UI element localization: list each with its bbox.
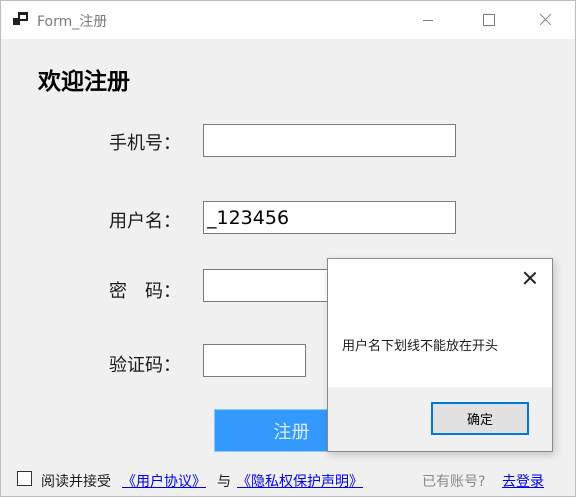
dialog-body: 用户名下划线不能放在开头 xyxy=(328,259,552,387)
login-link[interactable]: 去登录 xyxy=(502,471,544,491)
close-icon[interactable] xyxy=(523,1,569,39)
user-agreement-link[interactable]: 《用户协议》 xyxy=(122,471,206,491)
maximize-icon[interactable] xyxy=(465,1,511,39)
agree-checkbox[interactable] xyxy=(17,471,32,486)
phone-label: 手机号： xyxy=(109,133,181,154)
privacy-policy-link[interactable]: 《隐私权保护声明》 xyxy=(237,471,363,491)
username-input[interactable] xyxy=(203,201,456,234)
windows-app-icon xyxy=(13,12,29,26)
agree-text: 阅读并接受 xyxy=(41,474,111,490)
and-text: 与 xyxy=(217,474,231,490)
password-label: 密 码： xyxy=(109,281,181,302)
captcha-label: 验证码： xyxy=(109,355,181,376)
title-bar[interactable]: Form_注册 xyxy=(1,1,575,39)
username-label: 用户名： xyxy=(109,211,181,232)
message-dialog: 用户名下划线不能放在开头 确定 xyxy=(327,258,553,452)
dialog-message: 用户名下划线不能放在开头 xyxy=(342,339,499,354)
dialog-close-icon[interactable] xyxy=(518,267,542,291)
dialog-ok-button[interactable]: 确定 xyxy=(431,402,529,435)
page-title: 欢迎注册 xyxy=(38,69,130,95)
window-title: Form_注册 xyxy=(37,14,108,30)
has-account-text: 已有账号? xyxy=(422,474,486,490)
minimize-icon[interactable] xyxy=(405,1,451,39)
captcha-input[interactable] xyxy=(203,344,306,377)
phone-input[interactable] xyxy=(203,124,456,157)
